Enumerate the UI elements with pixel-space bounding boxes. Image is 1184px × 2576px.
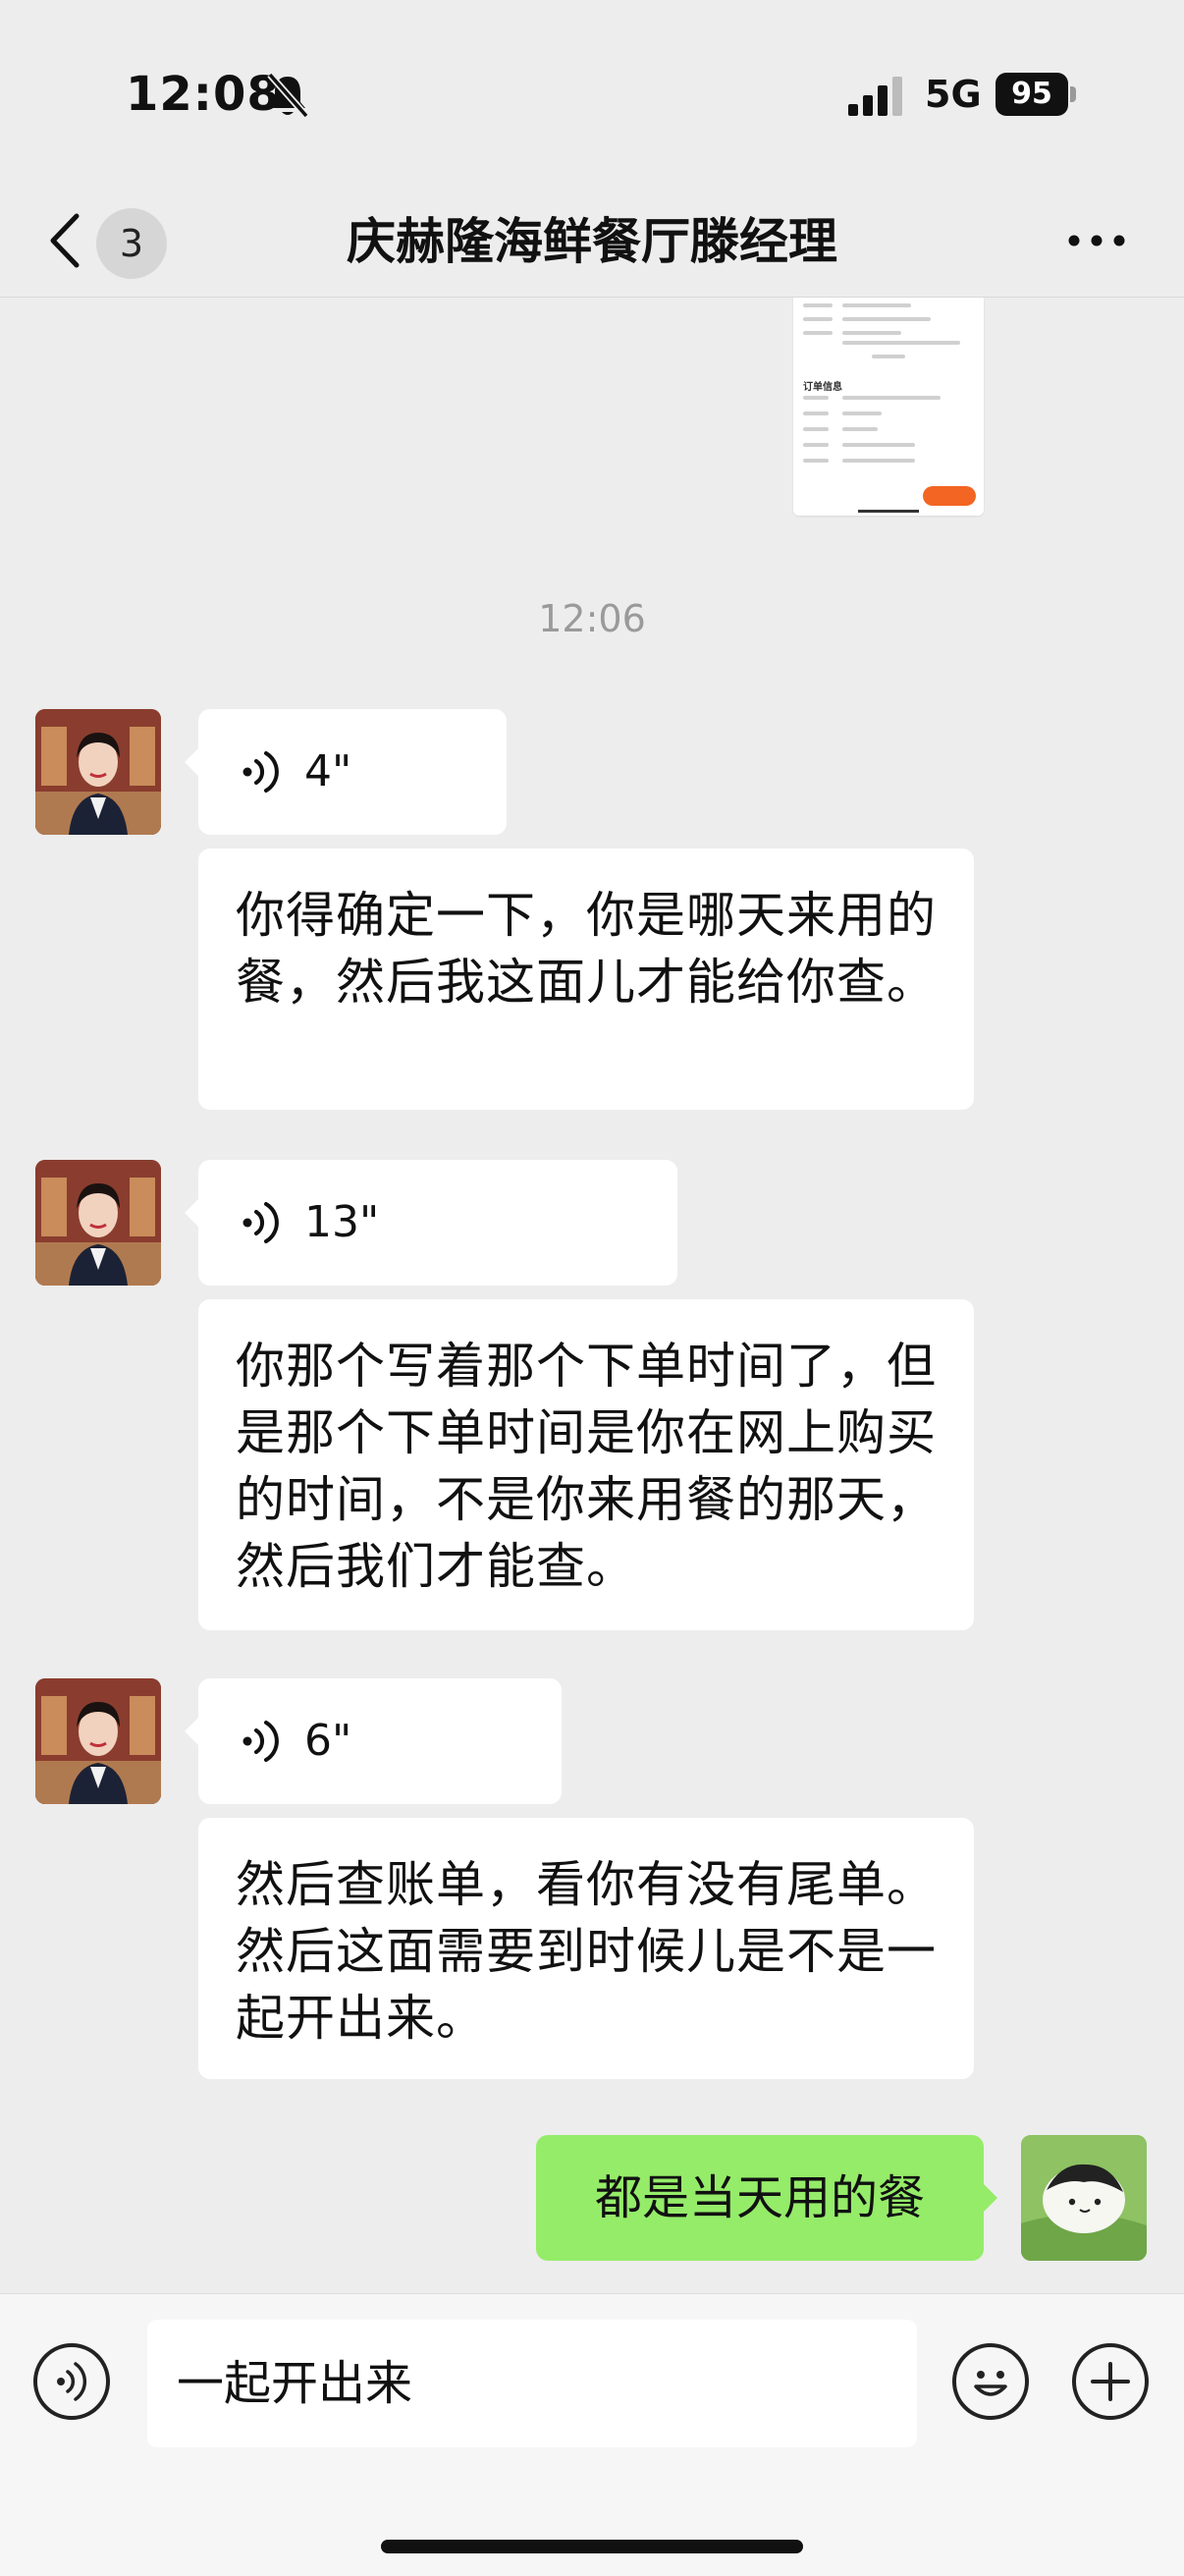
unread-count-badge[interactable]: 3 (96, 208, 167, 279)
thumbnail-orange-button (923, 486, 976, 506)
voice-transcript[interactable]: 你得确定一下，你是哪天来用的餐，然后我这面儿才能给你查。 (198, 849, 974, 1110)
back-chevron-icon[interactable] (45, 210, 84, 271)
my-avatar[interactable] (1021, 2135, 1147, 2261)
chat-title: 庆赫隆海鲜餐厅滕经理 (347, 213, 837, 270)
voice-transcript[interactable]: 然后查账单，看你有没有尾单。然后这面需要到时候儿是不是一起开出来。 (198, 1818, 974, 2079)
battery-icon: 95 (996, 73, 1078, 116)
thumbnail-section-label: 订单信息 (803, 382, 842, 393)
contact-avatar[interactable] (35, 1160, 161, 1286)
chat-header: 3 庆赫隆海鲜餐厅滕经理 (0, 187, 1184, 298)
voice-message-bubble[interactable]: 4" (185, 709, 507, 835)
voice-wave-icon (57, 2362, 87, 2401)
input-bar: 一起开出来 (0, 2293, 1184, 2576)
voice-input-toggle-button[interactable] (33, 2343, 110, 2420)
outgoing-message-bubble[interactable]: 都是当天用的餐 (536, 2135, 997, 2261)
more-options-icon[interactable] (1066, 230, 1127, 251)
voice-wave-icon (242, 1202, 279, 1243)
status-time: 12:08 (126, 67, 281, 122)
plus-icon (1091, 2362, 1130, 2401)
message-timestamp: 12:06 (538, 597, 646, 640)
bell-muted-icon (267, 72, 309, 119)
smiley-icon (974, 2371, 1007, 2396)
voice-duration: 4" (304, 746, 352, 796)
cellular-signal-icon (848, 77, 902, 116)
more-actions-button[interactable] (1072, 2343, 1149, 2420)
voice-wave-icon (242, 751, 279, 793)
voice-message-bubble[interactable]: 6" (185, 1678, 562, 1804)
message-input[interactable]: 一起开出来 (147, 2320, 917, 2447)
voice-duration: 6" (304, 1716, 352, 1766)
network-type: 5G (925, 73, 982, 116)
home-indicator[interactable] (381, 2540, 803, 2553)
status-bar: 12:08 5G 95 (0, 0, 1184, 187)
contact-avatar[interactable] (35, 709, 161, 835)
voice-duration: 13" (304, 1197, 380, 1247)
battery-level: 95 (1011, 77, 1052, 111)
contact-avatar[interactable] (35, 1678, 161, 1804)
voice-wave-icon (242, 1721, 279, 1762)
message-list[interactable]: 订单信息 12:06 4" 你得确定一下，你是哪天来用的餐，然后我这面儿才能给你… (0, 298, 1184, 2293)
order-screenshot-thumbnail[interactable]: 订单信息 (793, 298, 984, 516)
emoji-button[interactable] (952, 2343, 1029, 2420)
voice-transcript[interactable]: 你那个写着那个下单时间了，但是那个下单时间是你在网上购买的时间，不是你来用餐的那… (198, 1299, 974, 1630)
voice-message-bubble[interactable]: 13" (185, 1160, 677, 1286)
